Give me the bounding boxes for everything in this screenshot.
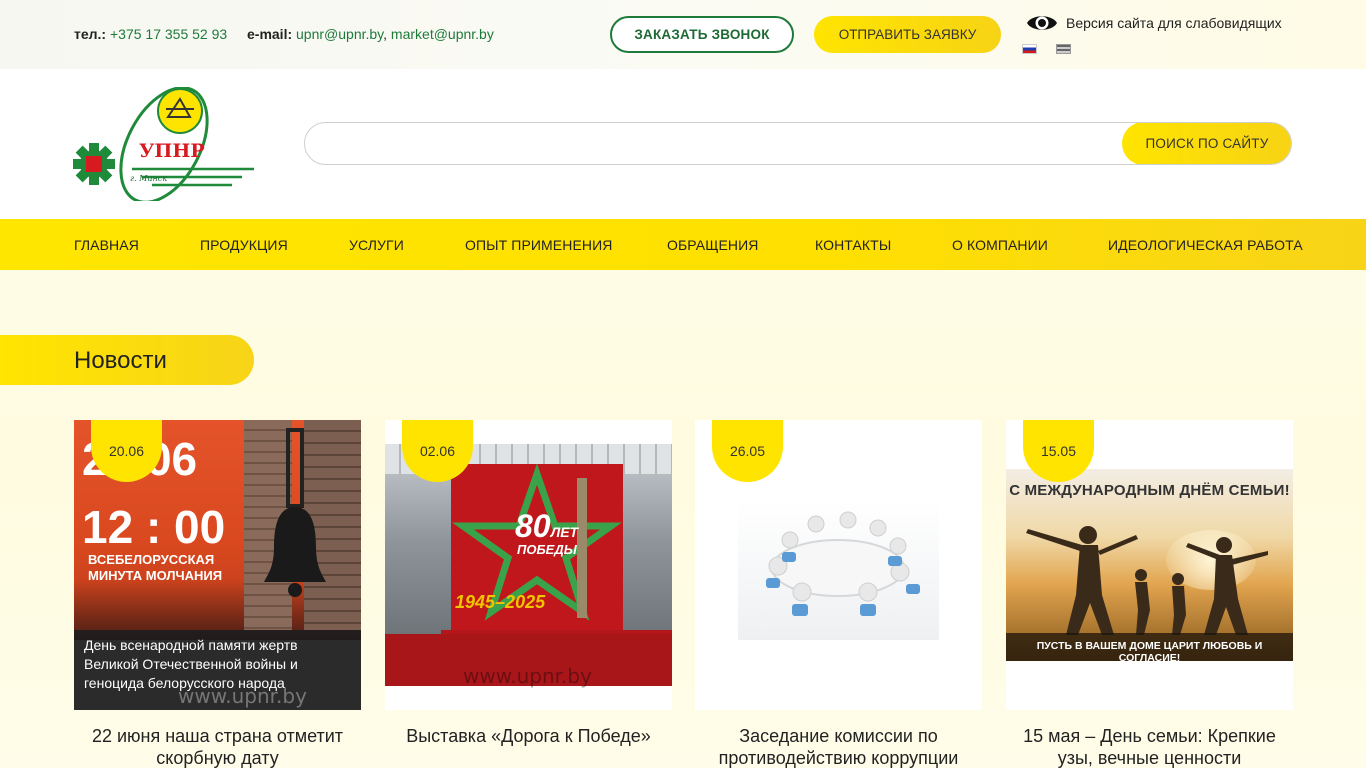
eye-icon xyxy=(1027,16,1057,30)
news-card[interactable]: С МЕЖДУНАРОДНЫМ ДНЁМ СЕМЬИ! ПУСТЬ В ВАШЕ… xyxy=(1006,420,1293,768)
phone-label: тел.: xyxy=(74,26,107,42)
email-label: e-mail: xyxy=(247,26,293,42)
victory-80-text: 80ЛЕТ xyxy=(515,508,578,545)
email-separator: , xyxy=(383,26,388,42)
send-request-button[interactable]: ОТПРАВИТЬ ЗАЯВКУ xyxy=(814,16,1001,53)
order-call-button[interactable]: ЗАКАЗАТЬ ЗВОНОК xyxy=(610,16,794,53)
watermark: www.upnr.by xyxy=(463,664,592,688)
email-contact: e-mail: upnr@upnr.by, market@upnr.by xyxy=(247,26,494,42)
family-silhouette-icon xyxy=(1026,526,1268,635)
nav-item-ideology[interactable]: ИДЕОЛОГИЧЕСКАЯ РАБОТА xyxy=(1108,237,1303,253)
victory-years-word: ЛЕТ xyxy=(550,524,579,540)
main-nav: ГЛАВНАЯ ПРОДУКЦИЯ УСЛУГИ ОПЫТ ПРИМЕНЕНИЯ… xyxy=(0,219,1366,270)
news-card[interactable]: 26.05 Заседание комиссии по противодейст… xyxy=(695,420,982,768)
nav-item-about[interactable]: О КОМПАНИИ xyxy=(952,237,1048,253)
email-link-upnr[interactable]: upnr@upnr.by xyxy=(296,26,383,42)
victory-80-number: 80 xyxy=(515,508,551,544)
ru-flag-icon[interactable] xyxy=(1022,44,1037,54)
victory-years: 1945–2025 xyxy=(455,592,546,612)
nav-item-products[interactable]: ПРОДУКЦИЯ xyxy=(200,237,288,253)
svg-text:УПНР: УПНР xyxy=(139,140,205,162)
nav-item-services[interactable]: УСЛУГИ xyxy=(349,237,404,253)
accessibility-label: Версия сайта для слабовидящих xyxy=(1066,15,1282,31)
news-title-link[interactable]: 22 июня наша страна отметит скорбную дат… xyxy=(74,725,361,768)
en-flag-icon[interactable] xyxy=(1056,44,1071,54)
site-logo[interactable]: УПНР г. Минск xyxy=(72,86,258,204)
header: УПНР г. Минск ПОИСК ПО САЙТУ xyxy=(0,69,1366,219)
meeting-table-icon xyxy=(766,511,920,616)
phone-contact: тел.: +375 17 355 52 93 xyxy=(74,26,227,42)
news-heading: Новости xyxy=(74,347,167,374)
news-title-link[interactable]: Заседание комиссии по противодействию ко… xyxy=(695,725,982,768)
email-link-market[interactable]: market@upnr.by xyxy=(391,26,494,42)
phone-link[interactable]: +375 17 355 52 93 xyxy=(110,26,227,42)
news-title-link[interactable]: 15 мая – День семьи: Крепкие узы, вечные… xyxy=(1006,725,1293,768)
language-switcher xyxy=(1022,44,1071,54)
svg-text:г. Минск: г. Минск xyxy=(130,174,167,183)
news-card[interactable]: 80ЛЕТ ПОБЕДЫ 1945–2025 www.upnr.by 02.06… xyxy=(385,420,672,747)
memorial-line2: МИНУТА МОЛЧАНИЯ xyxy=(88,568,223,583)
victory-word: ПОБЕДЫ xyxy=(517,542,577,557)
memorial-line1: ВСЕБЕЛОРУССКАЯ xyxy=(88,552,215,567)
news-heading-tab: Новости xyxy=(0,335,254,385)
news-title-link[interactable]: Выставка «Дорога к Победе» xyxy=(385,725,672,747)
search-bar: ПОИСК ПО САЙТУ xyxy=(304,122,1292,165)
accessibility-version-link[interactable]: Версия сайта для слабовидящих xyxy=(1026,11,1282,35)
memorial-time-text: 12 : 00 xyxy=(82,501,226,553)
upnr-logo-icon: УПНР г. Минск xyxy=(73,86,254,204)
family-headline: С МЕЖДУНАРОДНЫМ ДНЁМ СЕМЬИ! xyxy=(1009,482,1290,499)
news-card[interactable]: 22.06 12 : 00 ВСЕБЕЛОРУССКАЯ МИНУТА МОЛЧ… xyxy=(74,420,361,768)
bell-icon xyxy=(264,507,326,597)
top-bar: тел.: +375 17 355 52 93 e-mail: upnr@upn… xyxy=(0,0,1366,69)
search-button[interactable]: ПОИСК ПО САЙТУ xyxy=(1122,123,1291,164)
watermark: www.upnr.by xyxy=(178,684,307,708)
nav-item-contacts[interactable]: КОНТАКТЫ xyxy=(815,237,891,253)
family-footer: ПУСТЬ В ВАШЕМ ДОМЕ ЦАРИТ ЛЮБОВЬ И СОГЛАС… xyxy=(1036,640,1263,664)
nav-item-home[interactable]: ГЛАВНАЯ xyxy=(74,237,139,253)
nav-item-experience[interactable]: ОПЫТ ПРИМЕНЕНИЯ xyxy=(465,237,612,253)
search-input[interactable] xyxy=(305,123,1123,164)
nav-item-appeals[interactable]: ОБРАЩЕНИЯ xyxy=(667,237,758,253)
